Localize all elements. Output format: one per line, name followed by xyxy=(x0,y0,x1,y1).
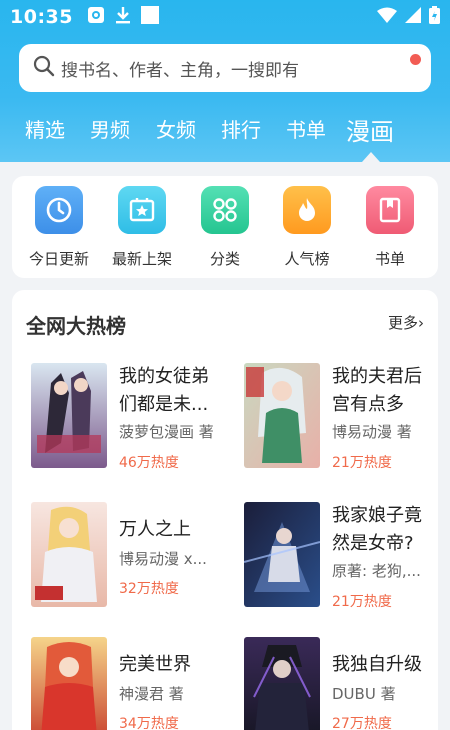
download-icon xyxy=(115,6,131,28)
tab-paihang[interactable]: 排行 xyxy=(221,114,261,143)
ranking-book-item[interactable]: 我的夫君后宫有点多 博易动漫 著 21万热度 xyxy=(244,363,444,473)
active-tab-indicator xyxy=(362,152,380,162)
book-author: 原著: 老狗,... xyxy=(332,562,421,580)
clock-icon xyxy=(35,186,83,234)
tab-manhua[interactable]: 漫画 xyxy=(346,112,394,147)
book-cover xyxy=(31,502,107,607)
book-cover xyxy=(31,363,107,468)
ranking-book-item[interactable]: 我家娘子竟然是女帝? 原著: 老狗,... 21万热度 xyxy=(244,502,444,612)
book-author: 菠萝包漫画 著 xyxy=(119,423,214,441)
tab-nanpin[interactable]: 男频 xyxy=(90,114,130,143)
book-heat: 21万热度 xyxy=(332,455,392,471)
status-time: 10:35 xyxy=(10,6,73,28)
search-placeholder: 搜书名、作者、主角，一搜即有 xyxy=(61,60,299,81)
quick-entry-booklist[interactable]: 书单 xyxy=(350,186,430,269)
tab-shudan[interactable]: 书单 xyxy=(286,114,326,143)
ranking-card: 全网大热榜 更多› 我的女徒弟们都是未... 菠萝包漫画 著 46万热度 我的夫… xyxy=(12,290,438,730)
chevron-right-icon: › xyxy=(418,314,424,332)
quick-entry-popular[interactable]: 人气榜 xyxy=(267,186,347,269)
book-heat: 34万热度 xyxy=(119,716,179,730)
book-heat: 21万热度 xyxy=(332,594,392,610)
battery-icon xyxy=(429,6,440,28)
notification-dot xyxy=(410,54,421,65)
book-heat: 32万热度 xyxy=(119,581,179,597)
quick-entry-label: 书单 xyxy=(374,250,405,268)
book-author: DUBU 著 xyxy=(332,685,396,703)
status-bar: 10:35 xyxy=(0,0,450,34)
ranking-title: 全网大热榜 xyxy=(26,314,126,338)
camera-icon xyxy=(87,6,105,28)
book-title: 我的女徒弟们都是未... xyxy=(119,366,209,415)
star-box-icon xyxy=(118,186,166,234)
quick-entry-card: 今日更新 最新上架 分类 人气榜 书单 xyxy=(12,176,438,278)
tab-nvpin[interactable]: 女频 xyxy=(156,114,196,143)
book-cover xyxy=(244,637,320,730)
more-label: 更多 xyxy=(387,314,418,332)
book-heat: 46万热度 xyxy=(119,455,179,471)
book-cover xyxy=(31,637,107,730)
ranking-book-item[interactable]: 我的女徒弟们都是未... 菠萝包漫画 著 46万热度 xyxy=(31,363,231,473)
ranking-book-item[interactable]: 万人之上 博易动漫 x... 32万热度 xyxy=(31,502,231,612)
grid-icon xyxy=(201,186,249,234)
book-title: 万人之上 xyxy=(119,519,191,540)
quick-entry-new-arrivals[interactable]: 最新上架 xyxy=(102,186,182,269)
book-author: 神漫君 著 xyxy=(119,685,184,703)
wifi-icon xyxy=(377,7,397,27)
ranking-book-item[interactable]: 完美世界 神漫君 著 34万热度 xyxy=(31,637,231,730)
book-title: 我家娘子竟然是女帝? xyxy=(332,505,422,554)
tab-jingxuan[interactable]: 精选 xyxy=(25,114,65,143)
more-link[interactable]: 更多› xyxy=(388,312,424,333)
quick-entry-label: 人气榜 xyxy=(284,250,330,268)
book-cover xyxy=(244,502,320,607)
book-cover xyxy=(244,363,320,468)
quick-entry-label: 今日更新 xyxy=(28,250,89,268)
book-heat: 27万热度 xyxy=(332,716,392,730)
ranking-book-item[interactable]: 我独自升级 DUBU 著 27万热度 xyxy=(244,637,444,730)
quick-entry-category[interactable]: 分类 xyxy=(185,186,265,269)
book-title: 我的夫君后宫有点多 xyxy=(332,366,422,415)
book-author: 博易动漫 著 xyxy=(332,423,412,441)
quick-entry-today-update[interactable]: 今日更新 xyxy=(19,186,99,269)
square-icon xyxy=(140,6,159,28)
search-input[interactable]: 搜书名、作者、主角，一搜即有 xyxy=(19,44,431,92)
book-title: 我独自升级 xyxy=(332,654,422,675)
book-icon xyxy=(366,186,414,234)
quick-entry-label: 分类 xyxy=(209,250,240,268)
signal-icon xyxy=(405,7,421,27)
category-tabs: 精选 男频 女频 排行 书单 漫画 xyxy=(0,110,450,150)
quick-entry-label: 最新上架 xyxy=(111,250,172,268)
search-icon xyxy=(33,55,55,81)
book-title: 完美世界 xyxy=(119,654,191,675)
flame-icon xyxy=(283,186,331,234)
book-author: 博易动漫 x... xyxy=(119,550,207,568)
